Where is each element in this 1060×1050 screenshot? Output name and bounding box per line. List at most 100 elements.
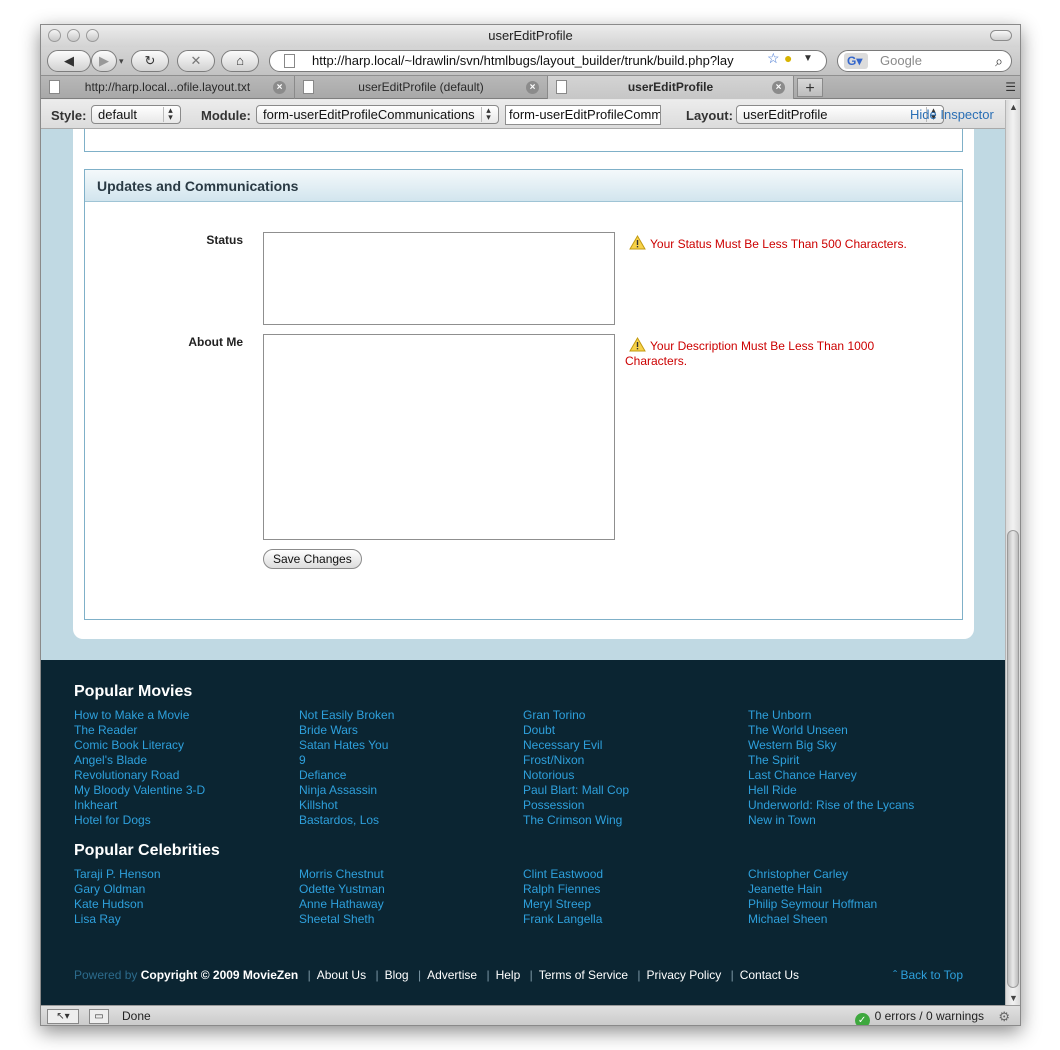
- tab-list-menu-icon[interactable]: ☰: [1005, 80, 1016, 94]
- movie-link[interactable]: Bride Wars: [299, 723, 394, 738]
- stop-button[interactable]: ✕: [177, 50, 215, 72]
- back-button[interactable]: ◀: [47, 50, 91, 72]
- footer-link-help[interactable]: Help: [496, 968, 521, 982]
- vertical-scrollbar[interactable]: ▲ ▼: [1005, 100, 1020, 1005]
- movie-link[interactable]: Last Chance Harvey: [748, 768, 914, 783]
- address-text: http://harp.local/~ldrawlin/svn/htmlbugs…: [312, 53, 734, 68]
- movie-link[interactable]: Ninja Assassin: [299, 783, 394, 798]
- celebrity-link[interactable]: Gary Oldman: [74, 882, 161, 897]
- celebrity-link[interactable]: Anne Hathaway: [299, 897, 385, 912]
- new-tab-button[interactable]: +: [797, 78, 823, 97]
- movie-link[interactable]: Underworld: Rise of the Lycans: [748, 798, 914, 813]
- close-window-button[interactable]: [48, 29, 61, 42]
- celebrity-link[interactable]: Michael Sheen: [748, 912, 877, 927]
- celebrity-link[interactable]: Odette Yustman: [299, 882, 385, 897]
- zoom-window-button[interactable]: [86, 29, 99, 42]
- footer-link-about-us[interactable]: About Us: [317, 968, 366, 982]
- movie-link[interactable]: The Unborn: [748, 708, 914, 723]
- movie-link[interactable]: Bastardos, Los: [299, 813, 394, 828]
- movie-link[interactable]: Hotel for Dogs: [74, 813, 205, 828]
- tab-close-icon[interactable]: ×: [526, 81, 539, 94]
- history-dropdown-icon[interactable]: ▾: [119, 56, 124, 67]
- module-name-input[interactable]: form-userEditProfileComm: [505, 105, 661, 125]
- movie-link[interactable]: Notorious: [523, 768, 629, 783]
- celebrity-link[interactable]: Philip Seymour Hoffman: [748, 897, 877, 912]
- search-engine-icon[interactable]: G▾: [844, 53, 868, 69]
- scroll-down-arrow-icon[interactable]: ▼: [1009, 993, 1018, 1003]
- movie-link[interactable]: Angel's Blade: [74, 753, 205, 768]
- search-field[interactable]: G▾ Google ⌕: [837, 50, 1012, 72]
- movie-link[interactable]: Doubt: [523, 723, 629, 738]
- about-me-textarea[interactable]: [263, 334, 615, 540]
- movie-link[interactable]: Not Easily Broken: [299, 708, 394, 723]
- toolbar-toggle-button[interactable]: [990, 30, 1012, 41]
- movie-link[interactable]: Defiance: [299, 768, 394, 783]
- inspect-tool-icon[interactable]: ↖▾: [47, 1009, 79, 1024]
- minimize-window-button[interactable]: [67, 29, 80, 42]
- movie-link[interactable]: Inkheart: [74, 798, 205, 813]
- movie-link[interactable]: The Reader: [74, 723, 205, 738]
- module-select[interactable]: form-userEditProfileCommunications ▴ ▾: [256, 105, 499, 124]
- celebrity-link[interactable]: Frank Langella: [523, 912, 603, 927]
- movie-link[interactable]: My Bloody Valentine 3-D: [74, 783, 205, 798]
- movie-link[interactable]: Western Big Sky: [748, 738, 914, 753]
- movie-link[interactable]: Killshot: [299, 798, 394, 813]
- celebrity-link[interactable]: Christopher Carley: [748, 867, 877, 882]
- movie-link[interactable]: Necessary Evil: [523, 738, 629, 753]
- footer-link-contact-us[interactable]: Contact Us: [740, 968, 799, 982]
- footer-link-privacy-policy[interactable]: Privacy Policy: [647, 968, 722, 982]
- movie-link[interactable]: The Crimson Wing: [523, 813, 629, 828]
- movie-link[interactable]: Gran Torino: [523, 708, 629, 723]
- warning-icon: [629, 337, 646, 352]
- tab-layout-file[interactable]: http://harp.local...ofile.layout.txt ×: [41, 76, 295, 99]
- footer-link-advertise[interactable]: Advertise: [427, 968, 477, 982]
- console-icon[interactable]: ▭: [89, 1009, 109, 1024]
- movie-link[interactable]: New in Town: [748, 813, 914, 828]
- url-dropdown-icon[interactable]: ▼: [803, 53, 813, 64]
- celebrity-link[interactable]: Kate Hudson: [74, 897, 161, 912]
- movie-link[interactable]: The Spirit: [748, 753, 914, 768]
- tab-close-icon[interactable]: ×: [772, 81, 785, 94]
- home-button[interactable]: ⌂: [221, 50, 259, 72]
- forward-button[interactable]: ▶: [91, 50, 117, 72]
- celebrity-link[interactable]: Meryl Streep: [523, 897, 603, 912]
- warning-icon: [629, 235, 646, 250]
- movie-link[interactable]: Revolutionary Road: [74, 768, 205, 783]
- celebrity-link[interactable]: Jeanette Hain: [748, 882, 877, 897]
- resize-grip-icon[interactable]: ⚙: [998, 1006, 1010, 1025]
- celebrity-link[interactable]: Morris Chestnut: [299, 867, 385, 882]
- celebrity-link[interactable]: Sheetal Sheth: [299, 912, 385, 927]
- address-bar[interactable]: http://harp.local/~ldrawlin/svn/htmlbugs…: [269, 50, 827, 72]
- tab-user-edit-profile-default[interactable]: userEditProfile (default) ×: [295, 76, 548, 99]
- movie-link[interactable]: Satan Hates You: [299, 738, 394, 753]
- movie-link[interactable]: The World Unseen: [748, 723, 914, 738]
- bookmark-star-icon[interactable]: ☆: [767, 50, 780, 67]
- movie-link[interactable]: Comic Book Literacy: [74, 738, 205, 753]
- footer-link-blog[interactable]: Blog: [385, 968, 409, 982]
- back-to-top-link[interactable]: ˆ Back to Top: [893, 968, 963, 982]
- save-changes-button[interactable]: Save Changes: [263, 549, 362, 569]
- movie-link[interactable]: How to Make a Movie: [74, 708, 205, 723]
- movie-link[interactable]: Hell Ride: [748, 783, 914, 798]
- celebrity-link[interactable]: Taraji P. Henson: [74, 867, 161, 882]
- scrollbar-thumb[interactable]: [1007, 530, 1019, 988]
- copyright-text: Copyright © 2009 MovieZen: [140, 968, 299, 982]
- movie-link[interactable]: Paul Blart: Mall Cop: [523, 783, 629, 798]
- celebrity-link[interactable]: Ralph Fiennes: [523, 882, 603, 897]
- tab-close-icon[interactable]: ×: [273, 81, 286, 94]
- movie-link[interactable]: 9: [299, 753, 394, 768]
- tab-user-edit-profile[interactable]: userEditProfile ×: [548, 76, 794, 99]
- scroll-up-arrow-icon[interactable]: ▲: [1009, 102, 1018, 112]
- movie-link[interactable]: Frost/Nixon: [523, 753, 629, 768]
- search-icon[interactable]: ⌕: [995, 51, 1003, 71]
- celebrity-link[interactable]: Lisa Ray: [74, 912, 161, 927]
- status-textarea[interactable]: [263, 232, 615, 325]
- hide-inspector-link[interactable]: Hide Inspector: [910, 107, 994, 122]
- popular-movies-heading: Popular Movies: [74, 683, 193, 700]
- validation-status[interactable]: ✓ 0 errors / 0 warnings: [854, 1006, 984, 1025]
- celebrity-link[interactable]: Clint Eastwood: [523, 867, 603, 882]
- movie-link[interactable]: Possession: [523, 798, 629, 813]
- style-select[interactable]: default ▴ ▾: [91, 105, 181, 124]
- reload-button[interactable]: ↻: [131, 50, 169, 72]
- footer-link-terms-of-service[interactable]: Terms of Service: [539, 968, 628, 982]
